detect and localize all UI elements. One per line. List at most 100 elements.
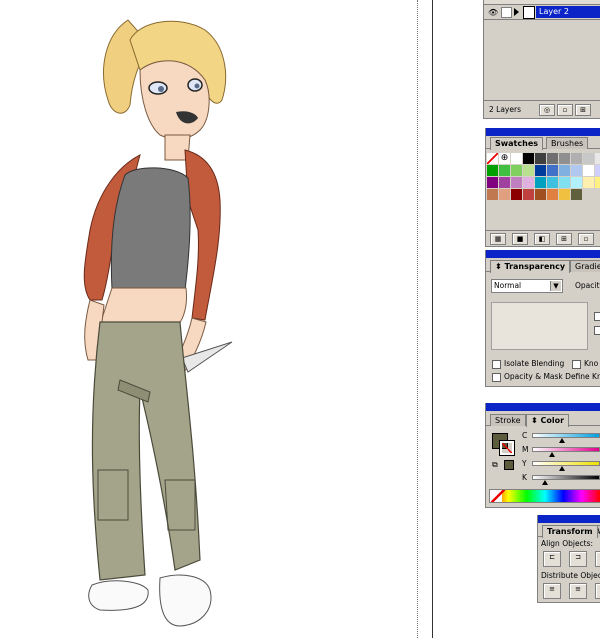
distribute-top-icon[interactable]: ≡ <box>543 583 561 599</box>
new-sublayer-icon[interactable]: ▫ <box>557 104 573 116</box>
color-swatch[interactable] <box>583 153 595 165</box>
opacity-label: Opacity <box>575 281 600 290</box>
channel-slider-m[interactable] <box>532 447 600 452</box>
color-swatch[interactable] <box>499 189 511 201</box>
color-swatch <box>583 189 595 201</box>
color-swatch[interactable] <box>547 153 559 165</box>
last-color-swatch[interactable] <box>504 460 514 470</box>
color-swatch[interactable] <box>571 165 583 177</box>
show-pattern-swatches-icon[interactable]: ⊞ <box>556 233 572 245</box>
eye-icon[interactable]: 👁 <box>488 8 498 17</box>
color-titlebar[interactable] <box>486 403 600 411</box>
color-swatch[interactable] <box>511 189 523 201</box>
artboard-canvas[interactable] <box>0 0 483 638</box>
color-swatch[interactable] <box>595 153 600 165</box>
color-swatch[interactable] <box>523 153 535 165</box>
color-swatch[interactable] <box>499 165 511 177</box>
layer-name[interactable]: Layer 2 <box>536 6 600 18</box>
stroke-swatch[interactable] <box>499 440 515 456</box>
new-swatch-icon[interactable]: ▫ <box>578 233 594 245</box>
lock-toggle[interactable] <box>501 7 512 18</box>
color-swatch[interactable] <box>583 177 595 189</box>
color-swatch[interactable] <box>511 153 523 165</box>
color-swatch[interactable] <box>559 189 571 201</box>
align-right-icon[interactable]: ⊐ <box>595 551 600 567</box>
color-swatch[interactable] <box>595 165 600 177</box>
registration-swatch[interactable]: ⊕ <box>499 153 511 165</box>
color-swatch[interactable] <box>571 153 583 165</box>
slider-thumb-icon[interactable] <box>558 466 565 471</box>
slider-thumb-icon[interactable] <box>558 438 565 443</box>
color-swatch[interactable] <box>571 189 583 201</box>
color-swatch[interactable] <box>547 189 559 201</box>
none-color-icon[interactable] <box>491 490 505 502</box>
color-panel: Stroke ⬍ Color ⧉ CMYK <box>485 403 600 508</box>
color-swatch[interactable] <box>523 189 535 201</box>
color-spectrum-bar[interactable] <box>489 489 600 503</box>
color-swatch[interactable] <box>559 177 571 189</box>
color-swatch[interactable] <box>535 165 547 177</box>
color-swatch[interactable] <box>523 165 535 177</box>
color-swatch[interactable] <box>547 177 559 189</box>
color-swatch[interactable] <box>595 177 600 189</box>
align-objects-label: Align Objects: <box>541 539 594 548</box>
dropdown-arrow-icon[interactable]: ▼ <box>550 281 561 291</box>
layer-row[interactable]: 👁 Layer 2 <box>484 5 600 20</box>
transparency-panel: ⬍ Transparency Gradient Normal ▼ Opacity… <box>485 250 600 387</box>
layer-thumbnail <box>523 6 535 19</box>
show-gradient-swatches-icon[interactable]: ◧ <box>534 233 550 245</box>
isolate-blending-checkbox[interactable] <box>492 360 501 369</box>
invert-mask-checkbox[interactable] <box>594 326 600 335</box>
color-swatch[interactable] <box>487 165 499 177</box>
expand-triangle-icon[interactable] <box>514 8 519 16</box>
color-swatch[interactable] <box>571 177 583 189</box>
slider-thumb-icon[interactable] <box>542 480 549 485</box>
color-swatch[interactable] <box>583 165 595 177</box>
distribute-bottom-icon[interactable]: ≡ <box>595 583 600 599</box>
color-swatch[interactable] <box>559 153 571 165</box>
channel-label-c: C <box>522 431 528 440</box>
show-color-swatches-icon[interactable]: ■ <box>512 233 528 245</box>
tab-stroke[interactable]: Stroke <box>490 414 526 426</box>
make-clipping-mask-icon[interactable]: ◎ <box>539 104 555 116</box>
color-swatch[interactable] <box>499 177 511 189</box>
tab-transform[interactable]: Transform <box>542 525 598 538</box>
color-swatch[interactable] <box>511 165 523 177</box>
color-swatch[interactable] <box>487 189 499 201</box>
color-swatch <box>595 189 600 201</box>
align-left-icon[interactable]: ⊏ <box>543 551 561 567</box>
channel-label-k: K <box>522 473 527 482</box>
swatches-titlebar[interactable] <box>486 128 600 136</box>
channel-slider-c[interactable] <box>532 433 600 438</box>
new-layer-icon[interactable]: ⊞ <box>575 104 591 116</box>
align-titlebar[interactable] <box>538 515 600 523</box>
align-horizontal-center-icon[interactable]: ⊐ <box>569 551 587 567</box>
tab-gradient[interactable]: Gradient <box>570 260 600 272</box>
cube-icon[interactable]: ⧉ <box>492 460 498 470</box>
thumbnail-preview <box>491 302 588 350</box>
channel-slider-y[interactable] <box>532 461 600 466</box>
tab-transparency[interactable]: ⬍ Transparency <box>490 260 571 273</box>
color-swatch[interactable] <box>487 177 499 189</box>
color-swatch[interactable] <box>511 177 523 189</box>
opacity-mask-checkbox[interactable] <box>492 373 501 382</box>
blend-mode-select[interactable]: Normal ▼ <box>491 279 563 293</box>
character-illustration <box>83 19 233 627</box>
align-panel: Transform A Align Objects: ⊏ ⊐ ⊐ Distrib… <box>537 515 600 603</box>
color-swatch[interactable] <box>535 177 547 189</box>
knockout-checkbox[interactable] <box>572 360 581 369</box>
none-swatch[interactable] <box>487 153 499 165</box>
transparency-titlebar[interactable] <box>486 250 600 258</box>
tab-color[interactable]: ⬍ Color <box>526 414 570 427</box>
tab-brushes[interactable]: Brushes <box>546 137 589 149</box>
distribute-center-icon[interactable]: ≡ <box>569 583 587 599</box>
color-swatch[interactable] <box>523 177 535 189</box>
clip-checkbox[interactable] <box>594 312 600 321</box>
slider-thumb-icon[interactable] <box>548 452 555 457</box>
show-all-swatches-icon[interactable]: ▦ <box>490 233 506 245</box>
color-swatch[interactable] <box>547 165 559 177</box>
color-swatch[interactable] <box>535 153 547 165</box>
tab-swatches[interactable]: Swatches <box>490 137 543 150</box>
color-swatch[interactable] <box>559 165 571 177</box>
color-swatch[interactable] <box>535 189 547 201</box>
